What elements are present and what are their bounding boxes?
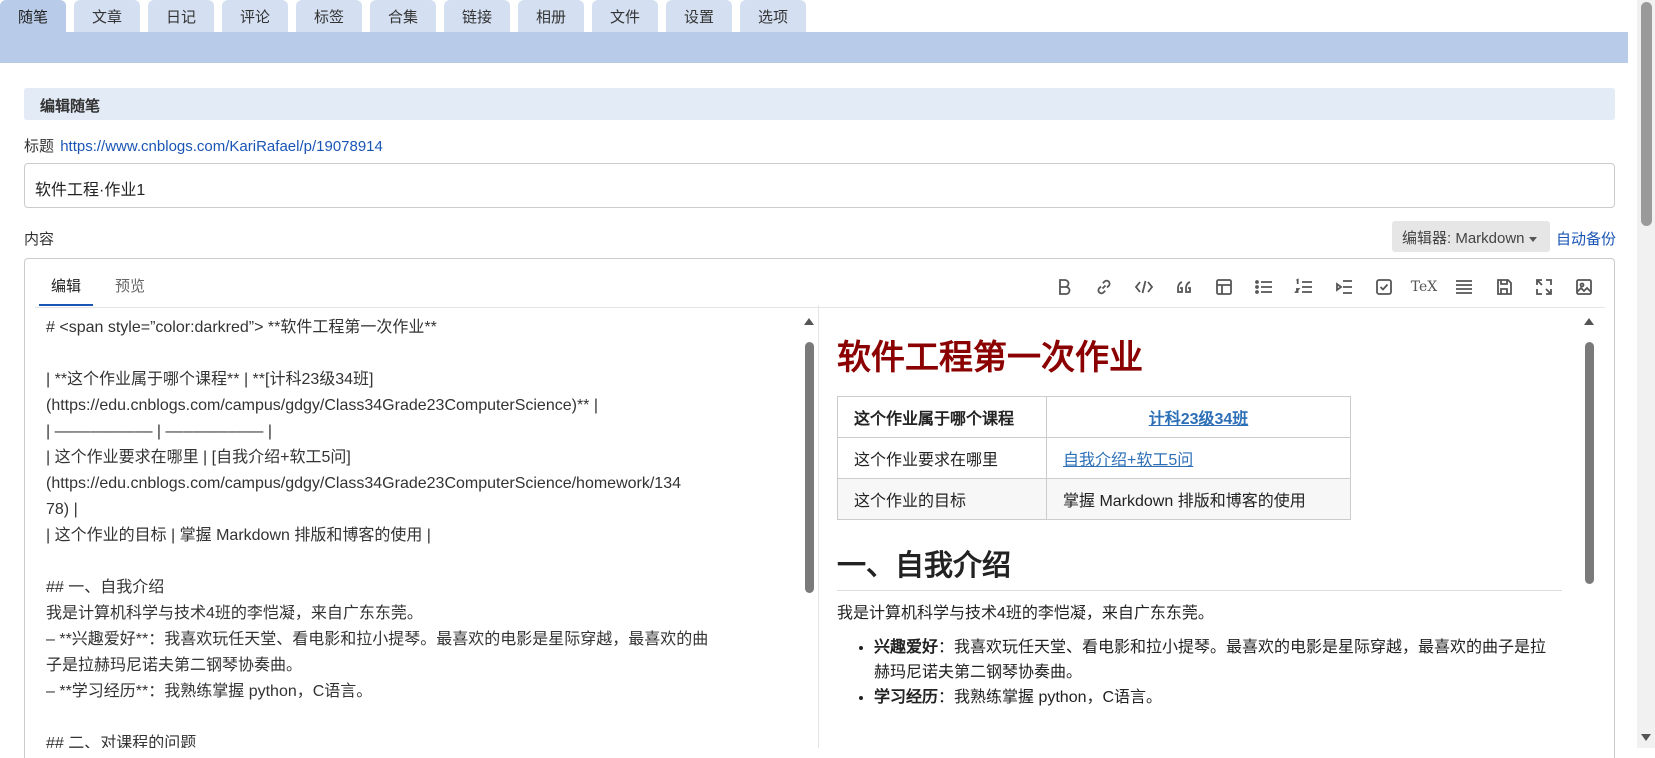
image-icon[interactable] [1564, 273, 1604, 301]
list-item-label: 学习经历 [874, 689, 939, 706]
page-scrollbar[interactable] [1637, 0, 1655, 748]
tab-options[interactable]: 选项 [740, 0, 806, 32]
title-label: 标题 [24, 138, 55, 155]
tab-comments[interactable]: 评论 [222, 0, 288, 32]
tab-diary[interactable]: 日记 [148, 0, 214, 32]
tab-files[interactable]: 文件 [592, 0, 658, 32]
table-icon[interactable] [1204, 273, 1244, 301]
tex-icon[interactable]: TeX [1404, 273, 1444, 301]
source-line: – **兴趣爱好**：我喜欢玩任天堂、看电影和拉小提琴。最喜欢的电影是星际穿越，… [46, 631, 709, 648]
table-cell-key: 这个作业要求在哪里 [837, 437, 1047, 479]
title-row: 标题 https://www.cnblogs.com/KariRafael/p/… [24, 135, 383, 156]
source-line: 我是计算机科学与技术4班的李恺凝，来自广东东莞。 [46, 605, 423, 622]
editor-type-value: 编辑器: Markdown [1402, 230, 1525, 247]
nav-tabs: 随笔 文章 日记 评论 标签 合集 链接 相册 文件 设置 选项 [0, 0, 814, 32]
editor-toolbar: TeX [1044, 273, 1604, 301]
source-line: # <span style=”color:darkred”> **软件工程第一次… [46, 319, 437, 336]
source-line: ## 二、对课程的问题 [46, 735, 197, 748]
tab-band [0, 32, 1628, 63]
table-cell-value: 掌握 Markdown 排版和博客的使用 [1046, 478, 1351, 520]
preview-table: 这个作业属于哪个课程 计科23级34班 这个作业要求在哪里 自我介绍+软工5问 … [837, 396, 1351, 520]
post-url-link[interactable]: https://www.cnblogs.com/KariRafael/p/190… [60, 138, 383, 155]
bold-icon[interactable] [1044, 273, 1084, 301]
editor-tabs-divider [35, 307, 1605, 308]
table-row: 这个作业的目标 掌握 Markdown 排版和博客的使用 [837, 478, 1351, 520]
table-cell-value: 自我介绍+软工5问 [1046, 437, 1351, 479]
tab-posts[interactable]: 随笔 [0, 0, 66, 32]
link-icon[interactable] [1084, 273, 1124, 301]
list-item-text: ：我喜欢玩任天堂、看电影和拉小提琴。最喜欢的电影是星际穿越，最喜欢的曲子是拉赫玛… [874, 639, 1547, 681]
top-nav: 随笔 文章 日记 评论 标签 合集 链接 相册 文件 设置 选项 [0, 0, 1628, 63]
source-line [46, 341, 796, 367]
list-item: 兴趣爱好：我喜欢玩任天堂、看电影和拉小提琴。最喜欢的电影是星际穿越，最喜欢的曲子… [874, 635, 1562, 685]
source-line: | ––––––––––– | ––––––––––– | [46, 423, 273, 440]
source-scrollbar[interactable] [804, 318, 814, 748]
table-cell-key: 这个作业属于哪个课程 [837, 396, 1047, 438]
source-scrollbar-thumb[interactable] [805, 342, 814, 593]
source-line [46, 549, 796, 575]
section-title: 编辑随笔 [24, 88, 1615, 120]
table-row: 这个作业属于哪个课程 计科23级34班 [837, 396, 1351, 438]
tab-edit[interactable]: 编辑 [39, 269, 94, 306]
code-icon[interactable] [1124, 273, 1164, 301]
preview-intro: 我是计算机科学与技术4班的李恺凝，来自广东东莞。 [837, 605, 1214, 622]
source-line: | 这个作业要求在哪里 | [自我介绍+软工5问] [46, 449, 351, 466]
tab-articles[interactable]: 文章 [74, 0, 140, 32]
autosave-link[interactable]: 自动备份 [1556, 228, 1616, 249]
scroll-up-arrow-icon[interactable] [804, 318, 814, 325]
table-cell-key: 这个作业的目标 [837, 478, 1047, 520]
tab-preview[interactable]: 预览 [103, 269, 157, 306]
page-scrollbar-thumb[interactable] [1641, 2, 1652, 226]
editor-type-select[interactable]: 编辑器: Markdown [1392, 221, 1550, 252]
content-label: 内容 [24, 231, 55, 248]
unordered-list-icon[interactable] [1244, 273, 1284, 301]
tab-links[interactable]: 链接 [444, 0, 510, 32]
preview-section-heading: 一、自我介绍 [837, 542, 1562, 591]
scroll-down-arrow-icon[interactable] [1641, 734, 1651, 741]
ordered-list-icon[interactable] [1284, 273, 1324, 301]
list-item-text: ：我熟练掌握 python，C语言。 [938, 689, 1163, 706]
caret-down-icon [1528, 236, 1537, 242]
source-line: (https://edu.cnblogs.com/campus/gdgy/Cla… [46, 475, 681, 492]
scroll-up-arrow-icon[interactable] [1584, 318, 1594, 325]
list-item-label: 兴趣爱好 [874, 639, 939, 656]
source-line: 子是拉赫玛尼诺夫第二钢琴协奏曲。 [46, 657, 303, 674]
homework-link[interactable]: 自我介绍+软工5问 [1063, 452, 1193, 469]
tab-tags[interactable]: 标签 [296, 0, 362, 32]
source-line: (https://edu.cnblogs.com/campus/gdgy/Cla… [46, 397, 598, 414]
preview-heading: 软件工程第一次作业 [837, 339, 1143, 377]
list-item: 学习经历：我熟练掌握 python，C语言。 [874, 685, 1562, 710]
preview-list: 兴趣爱好：我喜欢玩任天堂、看电影和拉小提琴。最喜欢的电影是星际穿越，最喜欢的曲子… [837, 635, 1562, 710]
source-line: | 这个作业的目标 | 掌握 Markdown 排版和博客的使用 | [46, 527, 431, 544]
source-line: 78) | [46, 501, 78, 518]
tab-collections[interactable]: 合集 [370, 0, 436, 32]
source-line [46, 705, 796, 731]
source-line: ## 一、自我介绍 [46, 579, 165, 596]
markdown-preview: 软件工程第一次作业 这个作业属于哪个课程 计科23级34班 这个作业要求在哪里 … [837, 330, 1562, 748]
quote-icon[interactable] [1164, 273, 1204, 301]
pane-divider [818, 305, 819, 748]
save-icon[interactable] [1484, 273, 1524, 301]
tab-settings[interactable]: 设置 [666, 0, 732, 32]
source-line: | **这个作业属于哪个课程** | **[计科23级34班] [46, 371, 374, 388]
fullscreen-icon[interactable] [1524, 273, 1564, 301]
preview-scrollbar-thumb[interactable] [1585, 342, 1594, 584]
preview-scrollbar[interactable] [1584, 318, 1594, 748]
checkbox-icon[interactable] [1364, 273, 1404, 301]
title-input[interactable]: 软件工程·作业1 [24, 163, 1615, 208]
table-row: 这个作业要求在哪里 自我介绍+软工5问 [837, 437, 1351, 479]
tab-albums[interactable]: 相册 [518, 0, 584, 32]
indent-icon[interactable] [1324, 273, 1364, 301]
table-cell-value: 计科23级34班 [1046, 396, 1351, 438]
course-link[interactable]: 计科23级34班 [1149, 411, 1249, 428]
markdown-source-textarea[interactable]: # <span style=”color:darkred”> **软件工程第一次… [46, 315, 796, 748]
source-line: – **学习经历**：我熟练掌握 python，C语言。 [46, 683, 373, 700]
horizontal-rule-icon[interactable] [1444, 273, 1484, 301]
editor-tabs: 编辑 预览 [39, 269, 167, 306]
